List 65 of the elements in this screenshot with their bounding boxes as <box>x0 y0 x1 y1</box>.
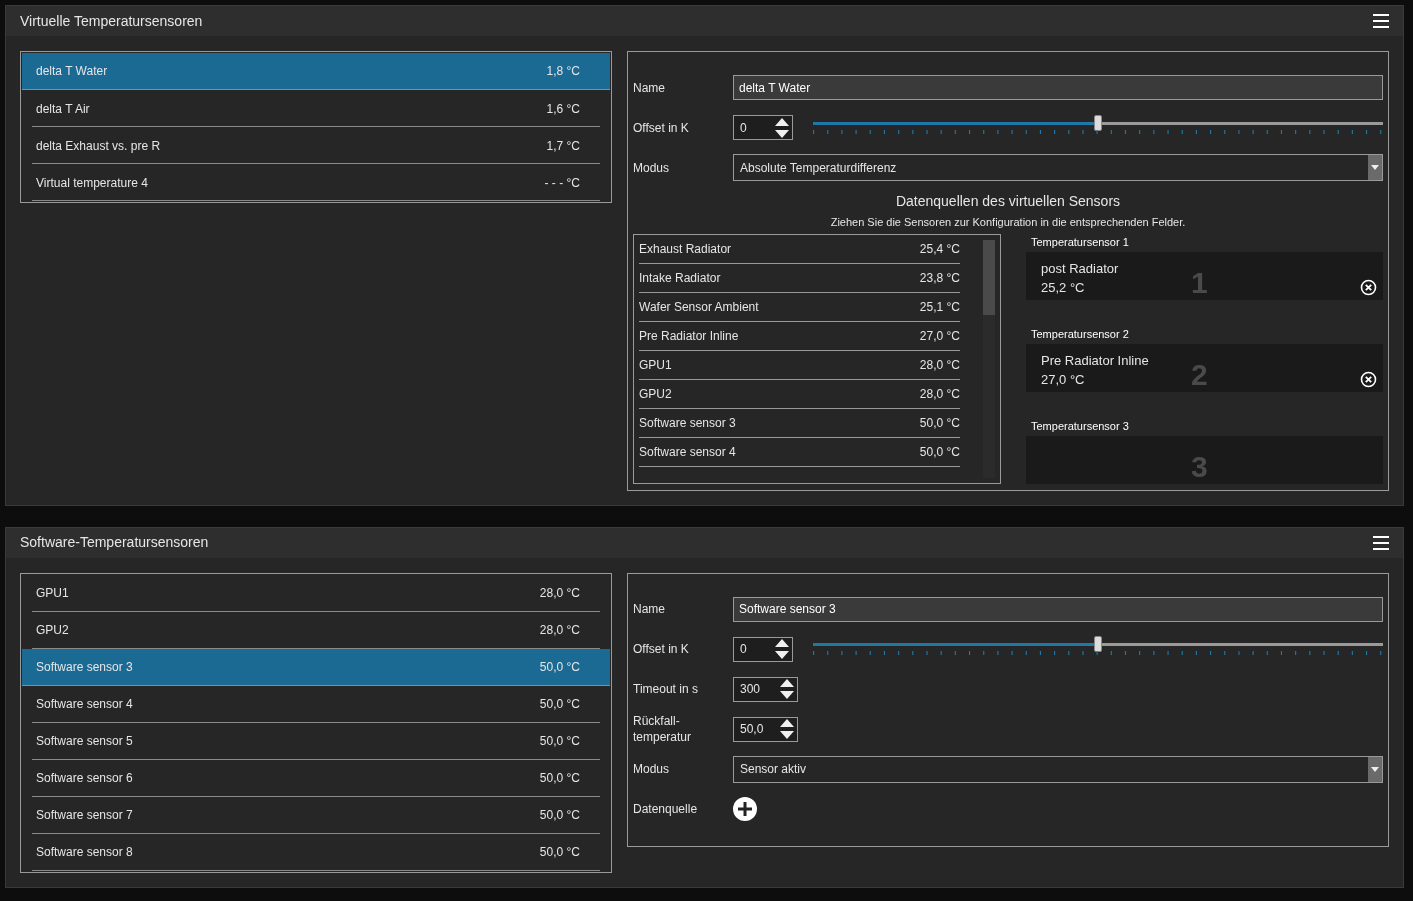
spinner-icon <box>779 718 795 740</box>
name-field[interactable]: delta T Water <box>733 75 1383 100</box>
field-label: Timeout in s <box>633 681 699 697</box>
slider-thumb[interactable] <box>1094 114 1102 131</box>
source-item[interactable]: Exhaust Radiator 25,4 °C <box>639 234 960 264</box>
plus-icon <box>738 802 752 816</box>
source-item[interactable]: Software sensor 3 50,0 °C <box>639 408 960 438</box>
panel-title: Software-Temperatursensoren <box>20 533 209 552</box>
source-item[interactable]: Intake Radiator 23,8 °C <box>639 263 960 293</box>
sensor-row[interactable]: Software sensor 5 50,0 °C <box>22 722 610 760</box>
field-label: Offset in K <box>633 119 690 136</box>
section-title: Datenquellen des virtuellen Sensors <box>894 192 1122 211</box>
remove-icon[interactable] <box>1360 370 1377 388</box>
slot-label: Temperatursensor 2 <box>1031 326 1130 342</box>
source-item[interactable]: GPU1 28,0 °C <box>639 350 960 380</box>
field-label: Modus <box>633 761 671 777</box>
number-field[interactable]: 0 <box>733 636 793 662</box>
source-item[interactable]: Wafer Sensor Ambient 25,1 °C <box>639 292 960 322</box>
panel-title: Virtuelle Temperatursensoren <box>20 11 203 31</box>
slot-sensor-name: post Radiator <box>1041 259 1119 278</box>
field-label: Rückfall-temperatur <box>633 713 693 745</box>
scrollbar[interactable] <box>983 239 995 478</box>
source-item[interactable]: Software sensor 4 50,0 °C <box>639 437 960 467</box>
field-label: Datenquelle <box>633 801 699 817</box>
sensor-row[interactable]: Software sensor 6 50,0 °C <box>22 759 610 797</box>
mode-dropdown[interactable]: Sensor aktiv <box>733 755 1383 783</box>
field-label: Name <box>633 601 666 617</box>
sensor-row[interactable]: Software sensor 3 50,0 °C <box>22 648 610 686</box>
source-item[interactable]: Pre Radiator Inline 27,0 °C <box>639 321 960 351</box>
sensor-row[interactable]: Software sensor 4 50,0 °C <box>22 685 610 723</box>
sensor-row[interactable]: Software sensor 7 50,0 °C <box>22 796 610 834</box>
number-field[interactable]: 300 <box>733 676 798 702</box>
slot-sensor-name: Pre Radiator Inline <box>1041 351 1149 370</box>
number-field[interactable]: 0 <box>733 115 793 140</box>
slot-label: Temperatursensor 1 <box>1031 234 1130 250</box>
slot-sensor-value: 27,0 °C <box>1041 370 1085 389</box>
source-item[interactable]: GPU2 28,0 °C <box>639 379 960 409</box>
field-label: Name <box>633 79 666 96</box>
hint-text: Ziehen Sie die Sensoren zur Konfiguration in die entsprechenden Felder. <box>829 215 1187 230</box>
field-label: Offset in K <box>633 641 690 657</box>
number-field[interactable]: 50,0 <box>733 716 798 742</box>
menu-icon[interactable] <box>1373 14 1389 28</box>
sensor-row[interactable]: delta T Air 1,6 °C <box>22 90 610 127</box>
spinner-icon <box>774 116 790 139</box>
slider-track[interactable] <box>813 121 1383 125</box>
mode-dropdown[interactable]: Absolute Temperaturdifferenz <box>733 154 1383 181</box>
caret-icon <box>1371 165 1379 170</box>
add-button[interactable] <box>733 797 757 821</box>
slider-track[interactable] <box>813 643 1383 646</box>
sensor-row[interactable]: delta T Water 1,8 °C <box>22 53 610 90</box>
sensor-row[interactable]: GPU2 28,0 °C <box>22 611 610 649</box>
menu-icon[interactable] <box>1373 535 1389 550</box>
spinner-icon <box>774 638 790 660</box>
field-label: Modus <box>633 159 671 176</box>
remove-icon[interactable] <box>1360 278 1377 296</box>
sensor-row[interactable]: Software sensor 8 50,0 °C <box>22 833 610 871</box>
slider-thumb[interactable] <box>1094 636 1102 652</box>
name-field[interactable]: Software sensor 3 <box>733 596 1383 622</box>
sensor-row[interactable]: GPU1 28,0 °C <box>22 574 610 612</box>
spinner-icon <box>779 678 795 700</box>
caret-icon <box>1371 766 1379 772</box>
sensor-row[interactable]: delta Exhaust vs. pre R 1,7 °C <box>22 127 610 164</box>
sensor-row[interactable]: Virtual temperature 4 - - - °C <box>22 164 610 201</box>
slot-label: Temperatursensor 3 <box>1031 418 1130 434</box>
slot-sensor-value: 25,2 °C <box>1041 278 1085 297</box>
